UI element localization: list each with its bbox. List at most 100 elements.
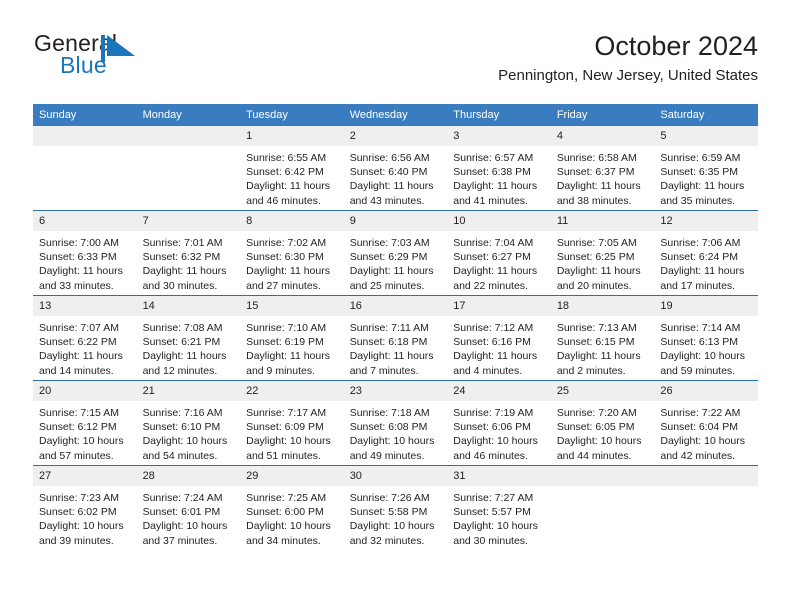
daylight-line2-text: and 4 minutes. [453, 364, 523, 377]
daylight-line1-text: Daylight: 11 hours [660, 180, 745, 193]
daylight-line1-text: Daylight: 11 hours [453, 180, 538, 193]
sunset-text: Sunset: 6:15 PM [556, 336, 635, 349]
calendar-day-cell[interactable]: 3 Sunrise: 6:57 AM Sunset: 6:38 PM Daylight… [447, 126, 551, 211]
day-number: 22 [240, 381, 344, 401]
day-number [550, 466, 655, 486]
sunset-text: Sunset: 6:38 PM [453, 166, 531, 179]
day-number: 29 [240, 466, 344, 486]
day-details: Sunrise: 7:16 AM Sunset: 6:10 PM Daylight:… [137, 401, 241, 463]
calendar-day-cell[interactable]: 29 Sunrise: 7:25 AM Sunset: 6:00 PM Dayligh… [240, 465, 344, 550]
daylight-line1-text: Daylight: 10 hours [660, 435, 746, 448]
daylight-line1-text: Daylight: 10 hours [142, 520, 228, 533]
daylight-line2-text: and 2 minutes. [556, 364, 626, 377]
daylight-line1-text: Daylight: 10 hours [142, 435, 228, 448]
sunset-text: Sunset: 6:37 PM [556, 166, 635, 179]
sunset-text: Sunset: 6:08 PM [349, 421, 428, 434]
day-number: 5 [654, 126, 758, 146]
sunset-text: Sunset: 6:24 PM [660, 251, 739, 264]
calendar-day-cell[interactable]: 21 Sunrise: 7:16 AM Sunset: 6:10 PM Dayligh… [136, 380, 241, 466]
sunrise-text: Sunrise: 6:55 AM [246, 152, 327, 164]
weekday-header-sunday: Sunday [33, 104, 137, 126]
calendar-day-cell[interactable]: 7 Sunrise: 7:01 AM Sunset: 6:32 PM Daylight… [136, 210, 241, 296]
calendar-day-cell[interactable]: 24 Sunrise: 7:19 AM Sunset: 6:06 PM Dayligh… [447, 380, 551, 466]
day-number: 1 [240, 126, 344, 146]
calendar-day-cell[interactable]: 4 Sunrise: 6:58 AM Sunset: 6:37 PM Daylight… [550, 126, 655, 211]
sunrise-text: Sunrise: 6:59 AM [660, 152, 741, 164]
calendar-day-cell[interactable]: 12 Sunrise: 7:06 AM Sunset: 6:24 PM Dayligh… [654, 210, 758, 296]
calendar-day-cell[interactable]: 9 Sunrise: 7:03 AM Sunset: 6:29 PM Daylight… [343, 210, 448, 296]
daylight-line1-text: Daylight: 11 hours [660, 265, 745, 278]
sunset-text: Sunset: 6:02 PM [39, 506, 117, 519]
daylight-line2-text: and 12 minutes. [142, 364, 218, 377]
sunrise-text: Sunrise: 7:01 AM [142, 237, 223, 249]
day-number: 15 [240, 296, 344, 316]
sunset-text: Sunset: 6:32 PM [142, 251, 221, 264]
calendar-day-cell[interactable]: 20 Sunrise: 7:15 AM Sunset: 6:12 PM Dayligh… [33, 380, 137, 466]
calendar-day-cell[interactable]: 22 Sunrise: 7:17 AM Sunset: 6:09 PM Dayligh… [240, 380, 344, 466]
sunrise-sunset-calendar: Sunday Monday Tuesday Wednesday Thursday… [33, 104, 758, 550]
calendar-day-cell[interactable]: 2 Sunrise: 6:56 AM Sunset: 6:40 PM Daylight… [343, 126, 448, 211]
day-details: Sunrise: 6:56 AM Sunset: 6:40 PM Daylight:… [344, 146, 448, 208]
calendar-day-cell[interactable]: 23 Sunrise: 7:18 AM Sunset: 6:08 PM Dayligh… [343, 380, 448, 466]
day-number: 21 [136, 381, 241, 401]
calendar-day-cell[interactable]: 16 Sunrise: 7:11 AM Sunset: 6:18 PM Dayligh… [343, 295, 448, 381]
daylight-line2-text: and 30 minutes. [142, 279, 218, 292]
daylight-line2-text: and 20 minutes. [556, 279, 632, 292]
weekday-header-tuesday: Tuesday [240, 104, 344, 126]
sunrise-text: Sunrise: 7:23 AM [39, 492, 119, 504]
calendar-day-cell[interactable]: 27 Sunrise: 7:23 AM Sunset: 6:02 PM Dayligh… [33, 465, 137, 550]
day-number: 13 [33, 296, 137, 316]
calendar-empty-cell [550, 465, 655, 550]
sunrise-text: Sunrise: 6:57 AM [453, 152, 534, 164]
day-number: 10 [447, 211, 551, 231]
calendar-day-cell[interactable]: 13 Sunrise: 7:07 AM Sunset: 6:22 PM Dayligh… [33, 295, 137, 381]
calendar-day-cell[interactable]: 1 Sunrise: 6:55 AM Sunset: 6:42 PM Daylight… [240, 126, 344, 211]
calendar-day-cell[interactable]: 14 Sunrise: 7:08 AM Sunset: 6:21 PM Dayligh… [136, 295, 241, 381]
calendar-day-cell[interactable]: 25 Sunrise: 7:20 AM Sunset: 6:05 PM Dayligh… [550, 380, 655, 466]
day-details: Sunrise: 7:19 AM Sunset: 6:06 PM Daylight:… [447, 401, 551, 463]
day-details: Sunrise: 7:14 AM Sunset: 6:13 PM Daylight:… [654, 316, 758, 378]
calendar-day-cell[interactable]: 11 Sunrise: 7:05 AM Sunset: 6:25 PM Dayligh… [550, 210, 655, 296]
day-details: Sunrise: 7:24 AM Sunset: 6:01 PM Daylight:… [137, 486, 241, 548]
sunrise-text: Sunrise: 7:06 AM [660, 237, 741, 249]
location-subtitle: Pennington, New Jersey, United States [498, 67, 758, 84]
calendar-day-cell[interactable]: 19 Sunrise: 7:14 AM Sunset: 6:13 PM Dayligh… [654, 295, 758, 381]
calendar-day-cell[interactable]: 28 Sunrise: 7:24 AM Sunset: 6:01 PM Dayligh… [136, 465, 241, 550]
calendar-day-cell[interactable]: 30 Sunrise: 7:26 AM Sunset: 5:58 PM Dayligh… [343, 465, 448, 550]
sunset-text: Sunset: 6:06 PM [453, 421, 531, 434]
sunrise-text: Sunrise: 7:27 AM [453, 492, 534, 504]
daylight-line2-text: and 42 minutes. [660, 449, 736, 462]
daylight-line1-text: Daylight: 10 hours [453, 520, 538, 533]
day-details: Sunrise: 7:00 AM Sunset: 6:33 PM Daylight:… [33, 231, 137, 293]
sunset-text: Sunset: 6:27 PM [453, 251, 531, 264]
day-details: Sunrise: 7:10 AM Sunset: 6:19 PM Daylight:… [240, 316, 344, 378]
day-number: 9 [343, 211, 448, 231]
day-number [654, 466, 758, 486]
sunrise-text: Sunrise: 7:26 AM [349, 492, 430, 504]
calendar-day-cell[interactable]: 10 Sunrise: 7:04 AM Sunset: 6:27 PM Dayligh… [447, 210, 551, 296]
sunset-text: Sunset: 6:12 PM [39, 421, 117, 434]
calendar-day-cell[interactable]: 18 Sunrise: 7:13 AM Sunset: 6:15 PM Dayligh… [550, 295, 655, 381]
calendar-day-cell[interactable]: 31 Sunrise: 7:27 AM Sunset: 5:57 PM Dayligh… [447, 465, 551, 550]
calendar-day-cell[interactable]: 26 Sunrise: 7:22 AM Sunset: 6:04 PM Dayligh… [654, 380, 758, 466]
calendar-day-cell[interactable]: 17 Sunrise: 7:12 AM Sunset: 6:16 PM Dayligh… [447, 295, 551, 381]
sunset-text: Sunset: 6:01 PM [142, 506, 221, 519]
calendar-day-cell[interactable]: 8 Sunrise: 7:02 AM Sunset: 6:30 PM Daylight… [240, 210, 344, 296]
day-number: 23 [343, 381, 448, 401]
daylight-line2-text: and 41 minutes. [453, 194, 528, 207]
daylight-line2-text: and 32 minutes. [349, 534, 425, 547]
calendar-day-cell[interactable]: 6 Sunrise: 7:00 AM Sunset: 6:33 PM Daylight… [33, 210, 137, 296]
calendar-week-row: 13 Sunrise: 7:07 AM Sunset: 6:22 PM Dayligh… [33, 295, 758, 381]
day-details: Sunrise: 7:04 AM Sunset: 6:27 PM Daylight:… [447, 231, 551, 293]
calendar-week-row: 1 Sunrise: 6:55 AM Sunset: 6:42 PM Daylight… [33, 126, 758, 211]
calendar-day-cell[interactable]: 5 Sunrise: 6:59 AM Sunset: 6:35 PM Daylight… [654, 126, 758, 211]
daylight-line2-text: and 46 minutes. [246, 194, 321, 207]
sunrise-text: Sunrise: 7:11 AM [349, 322, 429, 334]
sunset-text: Sunset: 6:25 PM [556, 251, 635, 264]
weekday-header-friday: Friday [550, 104, 655, 126]
sunrise-text: Sunrise: 7:15 AM [39, 407, 119, 419]
daylight-line2-text: and 35 minutes. [660, 194, 736, 207]
calendar-day-cell[interactable]: 15 Sunrise: 7:10 AM Sunset: 6:19 PM Dayligh… [240, 295, 344, 381]
sunrise-text: Sunrise: 7:00 AM [39, 237, 119, 249]
sunrise-text: Sunrise: 7:24 AM [142, 492, 223, 504]
